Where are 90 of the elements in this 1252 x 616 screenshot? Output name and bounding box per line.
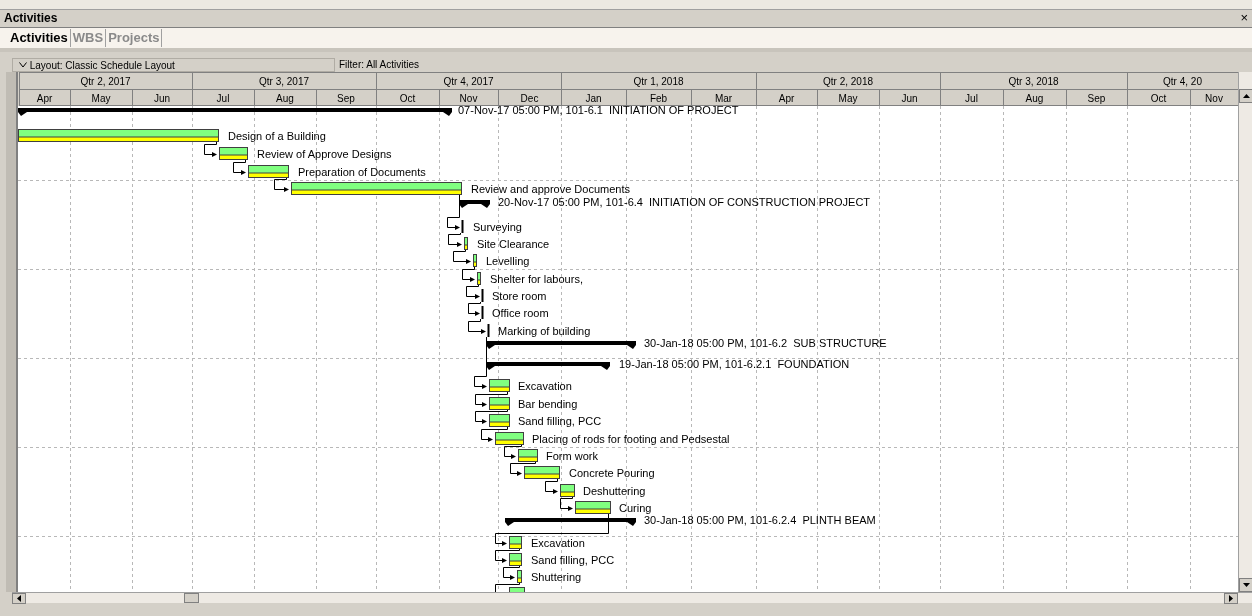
activity-label: Marking of building bbox=[498, 325, 591, 337]
dependency-arrow bbox=[233, 159, 246, 175]
month-label: Dec bbox=[520, 93, 539, 104]
quarter-label: Qtr 3, 2017 bbox=[259, 76, 309, 87]
activity-label: Site Clearance bbox=[477, 238, 550, 250]
activity-label: Excavation bbox=[531, 537, 585, 549]
dependency-arrow bbox=[468, 318, 486, 334]
activity-label: Excavation bbox=[518, 380, 572, 392]
month-label: Apr bbox=[778, 93, 795, 104]
month-label: Apr bbox=[36, 93, 53, 104]
month-label: Feb bbox=[649, 93, 668, 104]
summary-label: 20-Nov-17 05:00 PM, 101-6.4 INITIATION OF CONSTRUCTION PROJECT bbox=[498, 196, 871, 208]
quarter-label: Qtr 2, 2017 bbox=[80, 76, 131, 87]
activity-label: Bar bending bbox=[518, 398, 578, 410]
dependency-arrow bbox=[466, 284, 480, 299]
activity-label: Levelling bbox=[486, 255, 530, 267]
quarter-label: Qtr 4, 20 bbox=[1163, 76, 1202, 87]
activity-label: Shuttering bbox=[531, 571, 582, 583]
month-label: Sep bbox=[337, 93, 355, 104]
activity-label: Placing of rods for footing and Pedsestal bbox=[532, 433, 730, 445]
month-label: Jan bbox=[585, 93, 602, 104]
month-label: Aug bbox=[1025, 93, 1044, 104]
activity-label: Sand filling, PCC bbox=[531, 554, 615, 566]
month-label: Jun bbox=[153, 93, 171, 104]
activity-label: Surveying bbox=[473, 221, 522, 233]
activity-label: Store room bbox=[492, 290, 547, 302]
month-label: Sep bbox=[1087, 93, 1106, 104]
month-label: Nov bbox=[459, 93, 478, 104]
dependency-arrow bbox=[474, 336, 487, 389]
month-label: Nov bbox=[1205, 93, 1223, 104]
dependency-arrow bbox=[447, 194, 460, 230]
quarter-label: Qtr 3, 2018 bbox=[1008, 76, 1059, 87]
month-label: May bbox=[838, 93, 858, 104]
month-label: Oct bbox=[399, 93, 416, 104]
summary-label: 30-Jan-18 05:00 PM, 101-6.2.4 PLINTH BEAM bbox=[644, 514, 876, 526]
dependency-arrow bbox=[510, 461, 536, 476]
activity-label: Office room bbox=[492, 307, 549, 319]
dependency-arrow bbox=[468, 301, 481, 316]
window-title: Activities bbox=[4, 10, 58, 27]
activity-label: Curing bbox=[619, 502, 652, 514]
scroll-right-button[interactable] bbox=[1224, 592, 1238, 604]
month-label: Jul bbox=[965, 93, 978, 104]
summary-label: 30-Jan-18 05:00 PM, 101-6.2 SUB STRUCTURE bbox=[644, 337, 887, 349]
activity-label: Deshuttering bbox=[583, 485, 646, 497]
activity-label: Review and approve Documents bbox=[471, 183, 630, 195]
filter-label: Filter: All Activities bbox=[338, 58, 420, 72]
scroll-down-button[interactable] bbox=[1239, 578, 1252, 592]
quarter-label: Qtr 1, 2018 bbox=[633, 76, 684, 87]
activity-label: Sand filling, PCC bbox=[518, 415, 602, 427]
dependency-arrow bbox=[448, 232, 462, 247]
scroll-left-button[interactable] bbox=[12, 592, 26, 604]
close-icon[interactable]: × bbox=[1240, 10, 1248, 27]
layout-dropdown[interactable]: Layout: Classic Schedule Layout bbox=[12, 58, 335, 72]
dependency-arrow bbox=[453, 249, 471, 264]
dependency-arrow bbox=[475, 391, 508, 407]
dependency-arrow bbox=[504, 444, 522, 459]
activity-label: Design of a Building bbox=[228, 130, 326, 142]
month-label: Jun bbox=[901, 93, 918, 104]
up-arrow-icon bbox=[1242, 94, 1250, 98]
dependency-arrow bbox=[204, 141, 217, 157]
dependency-arrow bbox=[545, 478, 558, 494]
dependency-arrow bbox=[495, 548, 520, 563]
down-arrow-icon bbox=[1242, 583, 1250, 587]
scroll-up-button[interactable] bbox=[1239, 89, 1252, 103]
quarter-label: Qtr 2, 2018 bbox=[823, 76, 873, 87]
month-label: Jul bbox=[216, 93, 230, 104]
dependency-arrow bbox=[274, 177, 289, 192]
left-arrow-icon bbox=[17, 594, 21, 602]
right-arrow-icon bbox=[1229, 594, 1233, 602]
activity-label: Concrete Pouring bbox=[569, 467, 655, 479]
dependency-arrow bbox=[503, 565, 520, 580]
dependency-arrow bbox=[481, 426, 508, 442]
quarter-label: Qtr 4, 2017 bbox=[443, 76, 494, 87]
month-header bbox=[19, 89, 71, 106]
activity-label: Review of Approve Designs bbox=[257, 148, 392, 160]
month-label: Mar bbox=[714, 93, 733, 104]
dependency-arrow bbox=[462, 266, 475, 282]
month-label: Oct bbox=[1150, 93, 1167, 104]
activity-label: Form work bbox=[546, 450, 598, 462]
tab[interactable]: Activities bbox=[8, 29, 71, 47]
activity-label: Shelter for labours, bbox=[490, 273, 583, 285]
summary-label: 19-Jan-18 05:00 PM, 101-6.2.1 FOUNDATION bbox=[619, 358, 850, 370]
chevron-down-icon bbox=[19, 62, 27, 68]
scrollbar-thumb[interactable] bbox=[184, 593, 199, 603]
month-label: Aug bbox=[276, 93, 294, 104]
activity-label: Preparation of Documents bbox=[298, 166, 426, 178]
summary-label: 07-Nov-17 05:00 PM, 101-6.1 INITIATION OF PROJECT bbox=[458, 104, 739, 116]
month-label: May bbox=[91, 93, 111, 104]
dependency-arrow bbox=[475, 409, 508, 424]
dependency-arrow bbox=[560, 496, 573, 511]
